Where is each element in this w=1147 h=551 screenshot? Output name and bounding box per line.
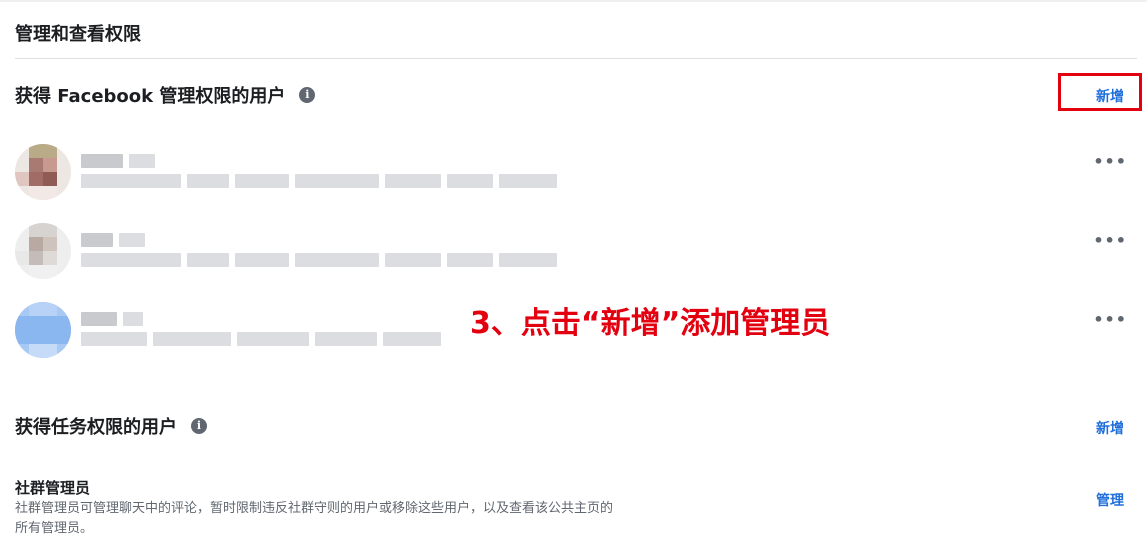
- task-section-title: 获得任务权限的用户: [15, 417, 177, 438]
- fb-admin-section-header: 获得 Facebook 管理权限的用户 i: [15, 82, 316, 108]
- user-name-blurred: [81, 312, 143, 326]
- more-options-button[interactable]: •••: [1093, 310, 1127, 329]
- avatar: [15, 223, 71, 279]
- task-section-header: 获得任务权限的用户 i: [15, 413, 207, 439]
- user-row: •••: [15, 223, 1137, 283]
- community-manager-description: 社群管理员可管理聊天中的评论，暂时限制违反社群守则的用户或移除这些用户，以及查看…: [15, 501, 614, 536]
- info-icon[interactable]: i: [299, 87, 316, 103]
- add-task-user-button[interactable]: 新增: [1096, 418, 1124, 438]
- top-border: [0, 0, 1147, 2]
- fb-admin-section-title: 获得 Facebook 管理权限的用户: [15, 86, 286, 107]
- user-email-blurred: [81, 174, 557, 188]
- manage-community-button[interactable]: 管理: [1096, 490, 1124, 510]
- page-title: 管理和查看权限: [15, 24, 141, 45]
- user-name-blurred: [81, 233, 145, 247]
- more-options-button[interactable]: •••: [1093, 152, 1127, 171]
- avatar: [15, 144, 71, 200]
- permissions-page: 管理和查看权限 获得 Facebook 管理权限的用户 i 新增 ••• •••…: [0, 0, 1147, 551]
- highlight-box: [1058, 73, 1142, 111]
- instruction-annotation: 3、点击“新增”添加管理员: [470, 306, 831, 341]
- divider: [15, 58, 1137, 59]
- more-options-button[interactable]: •••: [1093, 231, 1127, 250]
- user-email-blurred: [81, 253, 557, 267]
- user-name-blurred: [81, 154, 155, 168]
- info-icon[interactable]: i: [191, 418, 207, 434]
- avatar: [15, 302, 71, 358]
- user-email-blurred: [81, 332, 441, 346]
- community-manager-title: 社群管理员: [15, 479, 91, 497]
- user-row: •••: [15, 144, 1137, 204]
